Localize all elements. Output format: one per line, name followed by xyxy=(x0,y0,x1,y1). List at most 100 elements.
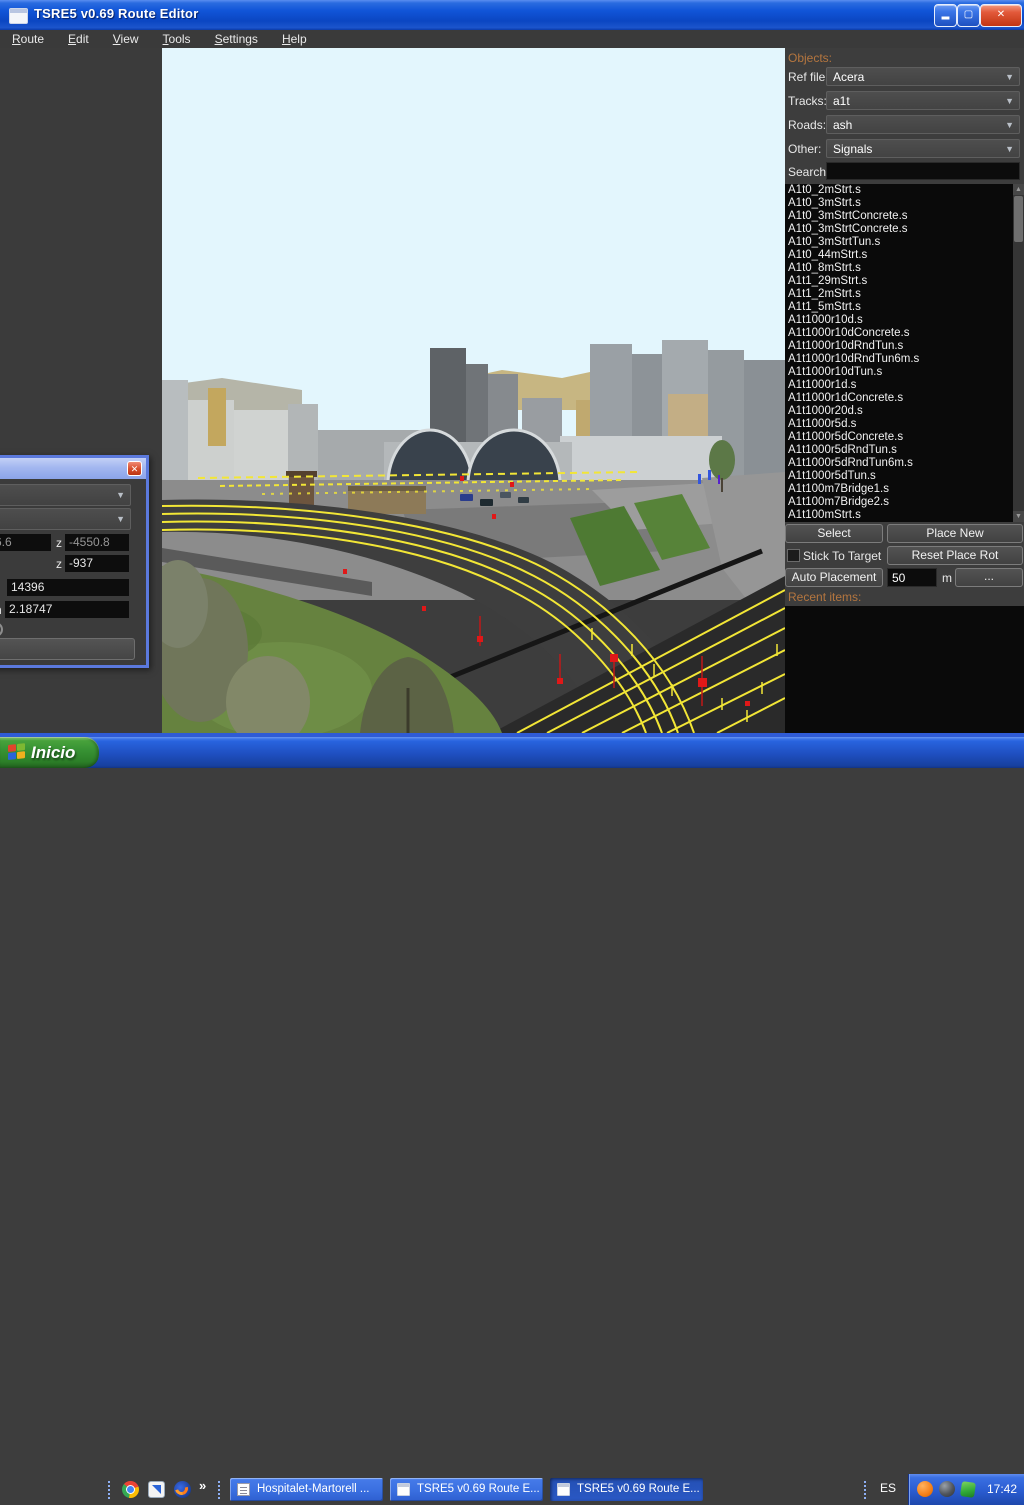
taskbar-separator xyxy=(218,1481,220,1499)
scroll-down-icon[interactable]: ▼ xyxy=(1013,511,1024,522)
list-item[interactable]: A1t0_44mStrt.s xyxy=(785,249,1013,262)
taskbar-item-tsre5-2[interactable]: TSRE5 v0.69 Route E... xyxy=(550,1478,703,1501)
chevron-down-icon: ▼ xyxy=(1005,140,1014,159)
rotation-field[interactable]: 2.18747 xyxy=(5,601,129,618)
list-item[interactable]: A1t1000r5dTun.s xyxy=(785,470,1013,483)
list-item[interactable]: A1t1000r10dConcrete.s xyxy=(785,327,1013,340)
chevron-down-icon: ▼ xyxy=(1005,68,1014,87)
window-icon xyxy=(557,1483,570,1496)
list-item[interactable]: A1t1_5mStrt.s xyxy=(785,301,1013,314)
firefox-icon[interactable] xyxy=(174,1481,191,1498)
window-titlebar[interactable]: TSRE5 v0.69 Route Editor ▂ ▢ ✕ xyxy=(0,0,1024,30)
list-item[interactable]: A1t0_3mStrt.s xyxy=(785,197,1013,210)
list-item[interactable]: A1t1000r10d.s xyxy=(785,314,1013,327)
tracks-label: Tracks: xyxy=(788,94,827,108)
other-label: Other: xyxy=(788,142,821,156)
document-icon xyxy=(237,1483,250,1496)
viewport-3d-scene[interactable] xyxy=(162,48,785,733)
show-desktop-icon[interactable] xyxy=(148,1481,165,1498)
z-coordinate-field[interactable]: -4550.8 xyxy=(65,534,129,551)
menu-tools[interactable]: Tools xyxy=(151,30,203,48)
roads-dropdown[interactable]: ash ▼ xyxy=(826,115,1020,134)
partial-glyph xyxy=(0,622,3,637)
id-field[interactable]: 14396 xyxy=(7,579,129,596)
z-offset-field[interactable]: -937 xyxy=(65,555,129,572)
list-item[interactable]: A1t0_3mStrtConcrete.s xyxy=(785,223,1013,236)
x-coordinate-field[interactable]: 6.6 xyxy=(0,534,51,551)
properties-dialog: ✕ ▼ ▼ 6.6 z -4550.8 z -937 14396 n 2.187… xyxy=(0,455,149,668)
list-item[interactable]: A1t1000r5dRndTun6m.s xyxy=(785,457,1013,470)
other-dropdown[interactable]: Signals ▼ xyxy=(826,139,1020,158)
auto-placement-button[interactable]: Auto Placement xyxy=(785,568,883,587)
z2-label: z xyxy=(56,557,62,571)
list-item[interactable]: A1t100m7Bridge1.s xyxy=(785,483,1013,496)
list-item[interactable]: A1t0_3mStrtTun.s xyxy=(785,236,1013,249)
list-item[interactable]: A1t1000r5dConcrete.s xyxy=(785,431,1013,444)
antivirus-tray-icon[interactable] xyxy=(917,1481,933,1497)
list-item[interactable]: A1t1000r20d.s xyxy=(785,405,1013,418)
menu-edit[interactable]: Edit xyxy=(56,30,101,48)
dialog-dropdown-1[interactable]: ▼ xyxy=(0,484,131,506)
list-item[interactable]: A1t1000r10dRndTun.s xyxy=(785,340,1013,353)
device-tray-icon[interactable] xyxy=(939,1481,955,1497)
list-item[interactable]: A1t0_3mStrtConcrete.s xyxy=(785,210,1013,223)
window-icon xyxy=(397,1483,410,1496)
list-scrollbar[interactable]: ▲ ▼ xyxy=(1013,184,1024,522)
security-tray-icon[interactable] xyxy=(960,1481,976,1498)
list-item[interactable]: A1t1_2mStrt.s xyxy=(785,288,1013,301)
list-item[interactable]: A1t1000r10dTun.s xyxy=(785,366,1013,379)
dialog-bottom-button[interactable] xyxy=(0,638,135,660)
list-item[interactable]: A1t1_29mStrt.s xyxy=(785,275,1013,288)
menu-route[interactable]: Route xyxy=(0,30,56,48)
dialog-dropdown-2[interactable]: ▼ xyxy=(0,508,131,530)
list-item[interactable]: A1t1000r1d.s xyxy=(785,379,1013,392)
close-button[interactable]: ✕ xyxy=(980,4,1022,27)
list-item[interactable]: A1t0_2mStrt.s xyxy=(785,184,1013,197)
search-label: Search: xyxy=(788,165,829,179)
select-button[interactable]: Select xyxy=(785,524,883,543)
dialog-close-button[interactable]: ✕ xyxy=(127,461,142,476)
chevron-down-icon: ▼ xyxy=(116,509,125,529)
objects-panel: Objects: Ref file: Acera ▼ Tracks: a1t ▼… xyxy=(785,48,1024,733)
chevron-down-icon: ▼ xyxy=(116,485,125,505)
list-item[interactable]: A1t100mStrt.s xyxy=(785,509,1013,522)
taskbar-item-hospitalet[interactable]: Hospitalet-Martorell ... xyxy=(230,1478,383,1501)
start-button[interactable]: Inicio xyxy=(0,737,99,768)
list-item[interactable]: A1t1000r5d.s xyxy=(785,418,1013,431)
more-options-button[interactable]: ... xyxy=(955,568,1023,587)
object-list: A1t0_2mStrt.s A1t0_3mStrt.s A1t0_3mStrtC… xyxy=(785,184,1013,522)
minimize-button[interactable]: ▂ xyxy=(934,4,957,27)
stick-to-target-label: Stick To Target xyxy=(803,549,881,563)
chevron-down-icon: ▼ xyxy=(1005,116,1014,135)
search-input[interactable] xyxy=(826,162,1020,180)
dialog-titlebar[interactable]: ✕ xyxy=(0,458,146,479)
auto-placement-distance-input[interactable] xyxy=(887,568,937,587)
list-item[interactable]: A1t100m7Bridge2.s xyxy=(785,496,1013,509)
ref-file-dropdown[interactable]: Acera ▼ xyxy=(826,67,1020,86)
reset-place-rot-button[interactable]: Reset Place Rot xyxy=(887,546,1023,565)
scroll-up-icon[interactable]: ▲ xyxy=(1013,184,1024,195)
menu-settings[interactable]: Settings xyxy=(203,30,270,48)
stick-to-target-checkbox[interactable] xyxy=(787,549,800,562)
tracks-dropdown[interactable]: a1t ▼ xyxy=(826,91,1020,110)
list-item[interactable]: A1t1000r5dRndTun.s xyxy=(785,444,1013,457)
list-item[interactable]: A1t1000r10dRndTun6m.s xyxy=(785,353,1013,366)
maximize-button[interactable]: ▢ xyxy=(957,4,980,27)
menu-help[interactable]: Help xyxy=(270,30,319,48)
system-tray: 17:42 xyxy=(908,1474,1024,1505)
app-icon xyxy=(9,8,28,24)
place-new-button[interactable]: Place New xyxy=(887,524,1023,543)
scrollbar-thumb[interactable] xyxy=(1014,196,1023,242)
quick-launch-chevron[interactable]: » xyxy=(199,1478,206,1493)
list-item[interactable]: A1t0_8mStrt.s xyxy=(785,262,1013,275)
language-indicator[interactable]: ES xyxy=(880,1481,896,1495)
chrome-icon[interactable] xyxy=(122,1481,139,1498)
menu-bar: Route Edit View Tools Settings Help xyxy=(0,30,1024,48)
recent-items-list[interactable] xyxy=(785,606,1024,733)
menu-view[interactable]: View xyxy=(101,30,151,48)
taskbar-item-tsre5-1[interactable]: TSRE5 v0.69 Route E... xyxy=(390,1478,543,1501)
recent-items-label: Recent items: xyxy=(788,590,861,604)
clock[interactable]: 17:42 xyxy=(987,1482,1017,1496)
list-item[interactable]: A1t1000r1dConcrete.s xyxy=(785,392,1013,405)
window-title: TSRE5 v0.69 Route Editor xyxy=(34,6,198,21)
